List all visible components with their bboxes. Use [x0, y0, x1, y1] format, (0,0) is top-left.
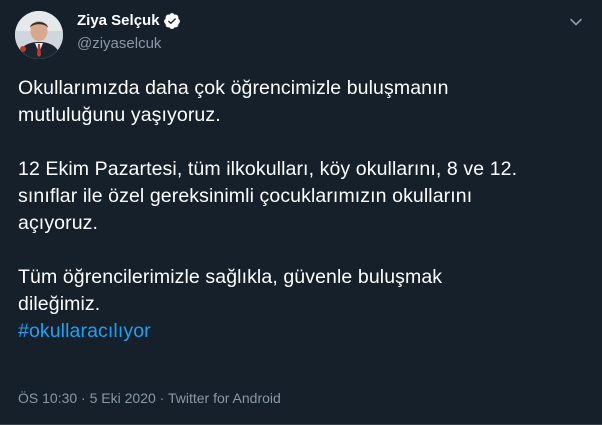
verified-badge-icon	[163, 13, 180, 29]
text-line: dileğimiz.	[18, 293, 101, 315]
tweet-paragraph-3: Tüm öğrencilerimizle sağlıkla, güvenle b…	[18, 264, 588, 318]
meta-separator: ·	[81, 390, 86, 406]
display-name[interactable]: Ziya Selçuk	[77, 11, 160, 31]
text-line: 12 Ekim Pazartesi, tüm ilkokulları, köy …	[18, 158, 518, 180]
tweet-card: Ziya Selçuk @ziyaselcuk Okullarımızda da…	[0, 0, 602, 425]
text-line: Tüm öğrencilerimizle sağlıkla, güvenle b…	[18, 266, 443, 288]
tweet-paragraph-2: 12 Ekim Pazartesi, tüm ilkokulları, köy …	[18, 156, 588, 237]
text-line: mutluluğunu yaşıyoruz.	[18, 104, 221, 126]
tweet-paragraph-1: Okullarımızda daha çok öğrencimizle bulu…	[18, 75, 588, 129]
user-handle[interactable]: @ziyaselcuk	[77, 34, 181, 54]
avatar-image	[15, 11, 63, 59]
tweet-time[interactable]: ÖS 10:30	[18, 390, 77, 406]
user-info: Ziya Selçuk @ziyaselcuk	[77, 11, 181, 54]
meta-separator: ·	[159, 390, 165, 406]
tweet-text: Okullarımızda daha çok öğrencimizle bulu…	[18, 75, 588, 345]
tweet-date[interactable]: 5 Eki 2020	[90, 390, 156, 406]
text-line: Okullarımızda daha çok öğrencimizle bulu…	[18, 77, 449, 99]
name-row: Ziya Selçuk	[77, 11, 181, 31]
avatar[interactable]	[15, 11, 63, 59]
tweet-meta: ÖS 10:30 · 5 Eki 2020 · Twitter for Andr…	[18, 389, 281, 407]
text-line: açıyoruz.	[18, 212, 99, 234]
text-line: sınıflar ile özel gereksinimli çocukları…	[18, 185, 473, 207]
hashtag-link[interactable]: #okullaracılıyor	[18, 318, 588, 345]
chevron-down-icon[interactable]	[566, 12, 586, 32]
tweet-source[interactable]: Twitter for Android	[168, 390, 281, 406]
